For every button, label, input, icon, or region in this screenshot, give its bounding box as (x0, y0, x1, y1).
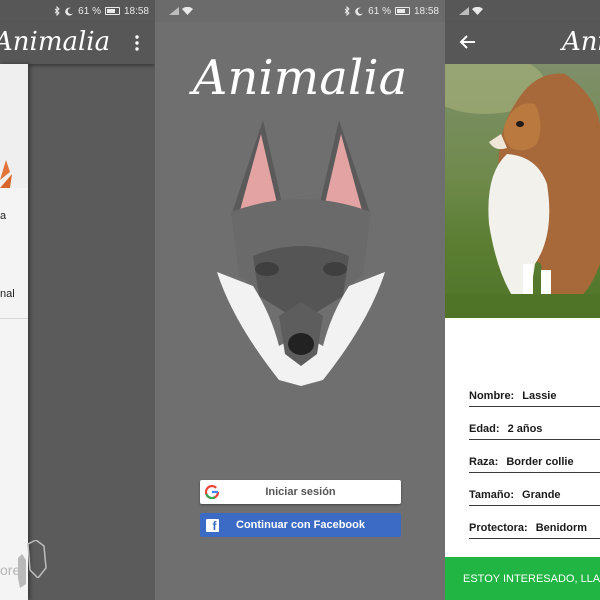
battery-icon (104, 7, 120, 15)
field-age-label: Edad: (469, 423, 500, 435)
pet-detail-screen: Animalia Nombre: Lassie Edad: 2 años (445, 0, 600, 600)
field-shelter-label: Protectora: (469, 522, 528, 534)
back-arrow-icon[interactable] (457, 31, 479, 53)
menu-item-fragment[interactable]: nal (0, 288, 15, 300)
status-bar: 61 % 18:58 (155, 0, 445, 22)
drawer-screen: 61 % 18:58 Animalia a nal ore (0, 0, 155, 600)
app-title: Animalia (0, 27, 111, 57)
interested-call-button[interactable]: ESTOY INTERESADO, LLAMAR (445, 557, 600, 600)
clock: 18:58 (123, 5, 149, 17)
wolf-logo-icon (217, 120, 385, 386)
divider (0, 318, 28, 319)
menu-item-fragment[interactable]: a (0, 210, 6, 222)
field-shelter: Protectora: Benidorm (469, 517, 600, 539)
wifi-icon (472, 7, 483, 15)
login-screen: 61 % 18:58 Animalia Iniciar sesión f Con… (155, 0, 445, 600)
app-logo-text: Animalia (192, 50, 408, 106)
facebook-login-label: Continuar con Facebook (236, 519, 365, 531)
pet-photo (445, 64, 600, 318)
network-indicators (169, 0, 193, 22)
battery-icon (394, 7, 410, 15)
battery-percent: 61 % (78, 5, 101, 17)
field-age-value: 2 años (507, 423, 543, 435)
status-indicators: 61 % 18:58 (54, 0, 149, 22)
signal-icon (459, 7, 469, 15)
app-bar: Animalia (0, 22, 155, 64)
field-size-value: Grande (522, 489, 561, 501)
status-bar (445, 0, 600, 22)
field-age: Edad: 2 años (469, 418, 600, 440)
facebook-icon: f (200, 513, 224, 537)
status-bar: 61 % 18:58 (0, 0, 155, 22)
bluetooth-icon (344, 6, 350, 16)
field-breed-value: Border collie (506, 456, 574, 468)
mascot-icon-outline (27, 540, 47, 578)
google-icon (200, 480, 224, 504)
cat-illustration (0, 160, 12, 188)
field-size: Tamaño: Grande (469, 484, 600, 506)
moon-icon (65, 7, 74, 16)
app-title: Animalia (562, 27, 600, 57)
field-breed: Raza: Border collie (469, 451, 600, 473)
field-size-label: Tamaño: (469, 489, 515, 501)
navigation-drawer: a nal ore (0, 64, 28, 600)
signal-icon (169, 7, 179, 15)
field-shelter-value: Benidorm (535, 522, 588, 534)
facebook-login-button[interactable]: f Continuar con Facebook (200, 513, 401, 537)
moon-icon (355, 7, 364, 16)
overflow-menu-icon[interactable] (133, 34, 141, 52)
field-name-value: Lassie (522, 390, 557, 402)
battery-percent: 61 % (368, 5, 391, 17)
google-signin-label: Iniciar sesión (265, 486, 336, 498)
field-name: Nombre: Lassie (469, 385, 600, 407)
network-indicators (459, 0, 483, 22)
drawer-header-image (0, 64, 28, 188)
collie-dog-illustration (445, 64, 600, 318)
clock: 18:58 (413, 5, 439, 17)
field-name-label: Nombre: (469, 390, 515, 402)
bluetooth-icon (54, 6, 60, 16)
wifi-icon (182, 7, 193, 15)
app-bar: Animalia (445, 22, 600, 64)
screenshot-collage: 61 % 18:58 Animalia a nal ore 61 % 18:58… (0, 0, 600, 600)
status-indicators: 61 % 18:58 (344, 0, 439, 22)
google-signin-button[interactable]: Iniciar sesión (200, 480, 401, 504)
field-breed-label: Raza: (469, 456, 499, 468)
